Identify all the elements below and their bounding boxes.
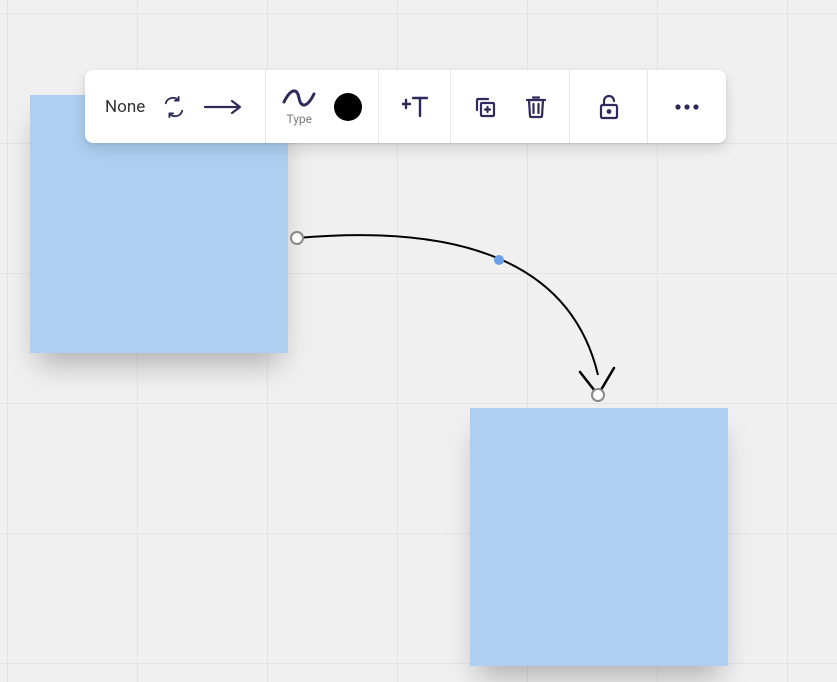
add-text-button[interactable] (379, 70, 451, 143)
swap-icon (163, 96, 185, 118)
connector-midpoint-handle[interactable] (494, 255, 504, 265)
unlock-button[interactable] (570, 70, 648, 143)
connector-start-handle[interactable] (290, 231, 304, 245)
connector-end-handle[interactable] (591, 388, 605, 402)
line-type-group[interactable]: Type (266, 70, 379, 143)
line-style-group[interactable]: None (85, 70, 266, 143)
more-icon (674, 103, 700, 111)
duplicate-icon[interactable] (473, 95, 497, 119)
color-swatch[interactable] (334, 93, 362, 121)
curve-icon (282, 88, 316, 108)
trash-icon[interactable] (525, 95, 547, 119)
sticky-note[interactable] (470, 408, 728, 666)
arrow-right-icon (203, 97, 245, 117)
line-style-label: None (105, 97, 145, 117)
canvas[interactable]: None (0, 0, 837, 682)
unlock-icon (598, 94, 620, 120)
type-label: Type (286, 112, 312, 126)
more-button[interactable] (648, 70, 726, 143)
context-toolbar: None (85, 70, 726, 143)
add-text-icon (402, 95, 428, 119)
